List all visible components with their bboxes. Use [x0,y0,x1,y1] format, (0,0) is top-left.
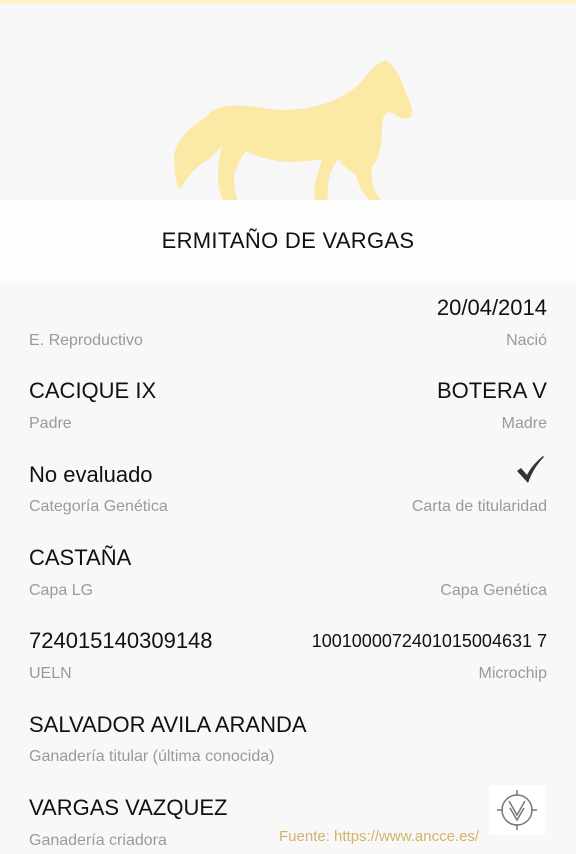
source-caption: Fuente: https://www.ancce.es/ [279,828,480,845]
ueln-label: UELN [29,665,72,682]
genetic-category-value: No evaluado [29,462,153,487]
microchip-value: 1001000072401015004631 7 [311,631,547,651]
breeder-label: Ganadería criadora [29,832,167,849]
checkmark-icon [517,456,544,483]
mother-value[interactable]: BOTERA V [437,378,547,404]
ownership-card-label: Carta de titularidad [411,498,547,515]
ueln-value: 724015140309148 [29,628,213,653]
birth-date-value: 20/04/2014 [436,295,547,320]
father-value[interactable]: CACIQUE IX [29,378,156,404]
coat-genetic-label: Capa Genética [440,582,547,599]
birth-date-label: Nació [506,332,547,349]
coat-lg-value: CASTAÑA [29,545,132,570]
ancce-logo-icon [489,785,545,835]
owner-label: Ganadería titular (última conocida) [29,748,275,765]
reproductive-status-label: E. Reproductivo [29,332,143,349]
mother-label: Madre [501,415,547,432]
father-label: Padre [29,415,72,432]
owner-value: SALVADOR AVILA ARANDA [29,712,307,737]
microchip-label: Microchip [478,665,547,682]
genetic-category-label: Categoría Genética [29,498,168,515]
breeder-value: VARGAS VAZQUEZ [29,795,228,820]
horse-name: ERMITAÑO DE VARGAS [161,228,415,253]
coat-lg-label: Capa LG [29,582,94,599]
